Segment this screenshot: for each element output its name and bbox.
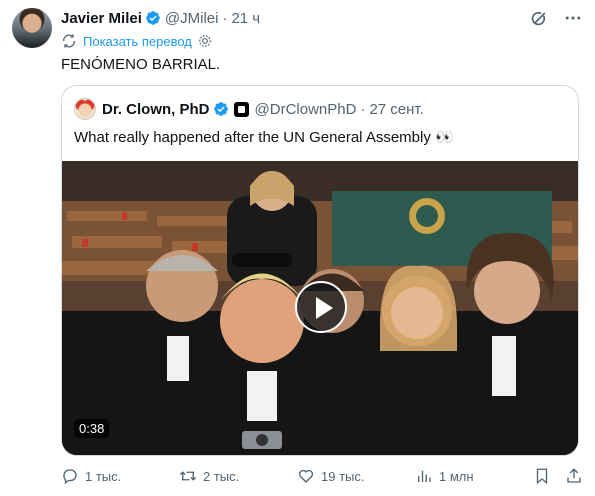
- tweet-text: FENÓMENO BARRIAL.: [61, 56, 221, 73]
- tweet-actions: 1 тыс. 2 тыс. 19 тыс. 1 млн: [61, 466, 583, 486]
- quoted-tweet-header: Dr. Clown, PhD @DrClownPhD · 27 сент.: [74, 98, 566, 120]
- retweet-count: 2 тыс.: [203, 468, 240, 484]
- views-button[interactable]: 1 млн: [415, 467, 533, 485]
- views-icon: [418, 470, 431, 482]
- separator-dot: ·: [360, 100, 366, 118]
- video-duration: 0:38: [74, 419, 110, 438]
- translate-row[interactable]: Показать перевод: [61, 33, 212, 49]
- quoted-tweet-date[interactable]: 27 сент.: [369, 101, 423, 118]
- author-name[interactable]: Javier Milei: [61, 10, 142, 27]
- retweet-icon: [180, 471, 196, 481]
- share-icon[interactable]: [565, 467, 583, 485]
- grok-icon[interactable]: [529, 8, 549, 28]
- tweet-header: Javier Milei @JMilei · 21 ч: [61, 8, 583, 28]
- reply-count: 1 тыс.: [85, 468, 122, 484]
- views-count: 1 млн: [439, 468, 474, 484]
- affiliate-badge-icon: [233, 101, 249, 117]
- tweet-time[interactable]: 21 ч: [231, 10, 260, 27]
- quoted-author-avatar[interactable]: [74, 98, 96, 120]
- show-translation-link[interactable]: Показать перевод: [83, 34, 192, 49]
- translate-icon: [63, 34, 75, 48]
- quoted-tweet-text: What really happened after the UN Genera…: [74, 129, 454, 146]
- more-icon[interactable]: [563, 8, 583, 28]
- quoted-tweet[interactable]: Dr. Clown, PhD @DrClownPhD · 27 сент. Wh…: [61, 85, 579, 456]
- settings-icon[interactable]: [198, 34, 212, 48]
- video-player[interactable]: 0:38: [62, 161, 578, 455]
- reply-button[interactable]: 1 тыс.: [61, 467, 179, 485]
- verified-badge-icon: [146, 11, 160, 25]
- quoted-author-name[interactable]: Dr. Clown, PhD: [102, 101, 210, 118]
- like-count: 19 тыс.: [321, 468, 365, 484]
- retweet-button[interactable]: 2 тыс.: [179, 467, 297, 485]
- play-button[interactable]: [295, 281, 347, 333]
- reply-icon: [63, 469, 77, 485]
- author-avatar[interactable]: [12, 8, 52, 48]
- like-icon: [298, 469, 314, 483]
- bookmark-icon[interactable]: [533, 467, 551, 485]
- verified-badge-icon: [213, 102, 228, 116]
- like-button[interactable]: 19 тыс.: [297, 467, 415, 485]
- author-handle[interactable]: @JMilei: [165, 10, 219, 27]
- separator-dot: ·: [222, 9, 228, 27]
- quoted-author-handle[interactable]: @DrClownPhD: [255, 101, 357, 118]
